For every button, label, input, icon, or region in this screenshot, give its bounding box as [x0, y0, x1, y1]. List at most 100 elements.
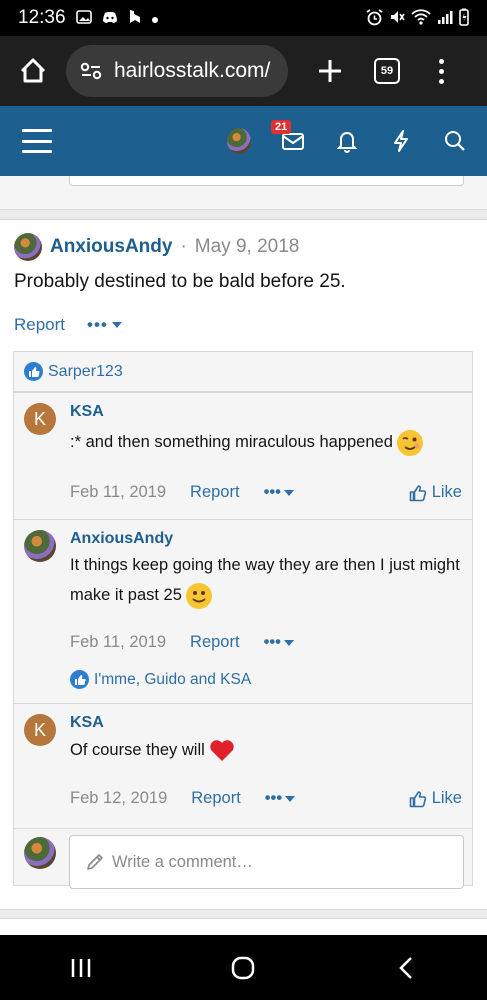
like-reaction-icon: [24, 362, 43, 381]
discord-icon: [102, 11, 118, 26]
site-header: 21: [0, 106, 487, 176]
post-date-separator: ·: [180, 236, 187, 257]
comment-author[interactable]: KSA: [70, 403, 104, 421]
plus-icon: [319, 60, 341, 82]
gallery-icon: [75, 10, 92, 26]
more-options-button[interactable]: •••: [264, 633, 294, 652]
b-app-icon: [128, 9, 142, 27]
report-link[interactable]: Report: [191, 789, 241, 808]
post-date[interactable]: May 9, 2018: [195, 236, 300, 258]
home-button[interactable]: [8, 46, 58, 96]
comment-item: K KSA Of course they will Feb 12, 2019 R…: [14, 703, 472, 828]
reaction-users[interactable]: I'mme, Guido and KSA: [94, 671, 251, 689]
comment-date[interactable]: Feb 12, 2019: [70, 789, 167, 808]
site-settings-icon: [80, 62, 102, 80]
whats-new-button[interactable]: [389, 129, 413, 153]
comment-date[interactable]: Feb 11, 2019: [70, 483, 166, 502]
comment-meta: Feb 12, 2019 Report ••• Like: [70, 789, 462, 808]
comments-block: Sarper123 K KSA :* and then something mi…: [13, 351, 473, 889]
comment-text: It things keep going the way they are th…: [70, 550, 462, 610]
home-icon: [20, 58, 46, 83]
caret-down-icon: [283, 639, 294, 646]
post-body: Probably destined to be bald before 25.: [14, 271, 346, 292]
more-options-button[interactable]: •••: [265, 789, 296, 808]
current-user-avatar: [24, 837, 56, 869]
report-link[interactable]: Report: [14, 315, 65, 335]
previous-post-tail: [0, 176, 487, 210]
more-options-button[interactable]: •••: [264, 483, 294, 502]
home-nav-icon: [232, 956, 255, 979]
signal-icon: [437, 10, 453, 26]
browser-menu-button[interactable]: [426, 51, 456, 91]
report-link[interactable]: Report: [190, 633, 240, 652]
back-button[interactable]: [376, 943, 436, 993]
hamburger-menu-button[interactable]: [22, 129, 52, 153]
heart-emoji: [210, 739, 235, 761]
comment-composer: Write a comment…: [14, 828, 472, 889]
battery-icon: [459, 8, 469, 28]
pencil-icon: [87, 854, 103, 870]
post-header: AnxiousAndy · May 9, 2018: [14, 233, 299, 261]
comment-text: Of course they will: [70, 735, 462, 765]
search-icon: [445, 131, 465, 151]
comment-meta: Feb 11, 2019 Report •••: [70, 633, 462, 652]
dot-icon: [151, 11, 158, 25]
post-separator: [0, 909, 487, 919]
recents-button[interactable]: [51, 943, 111, 993]
back-icon: [399, 956, 412, 979]
notification-badge: 21: [271, 120, 292, 134]
like-button[interactable]: Like: [409, 483, 462, 502]
caret-down-icon: [283, 489, 294, 496]
like-reaction-icon: [70, 670, 89, 689]
comment-item: AnxiousAndy It things keep going the way…: [14, 519, 472, 703]
tab-switcher-button[interactable]: 59: [374, 58, 400, 84]
mute-icon: [389, 9, 405, 27]
search-button[interactable]: [443, 129, 467, 153]
user-avatar-button[interactable]: [227, 128, 251, 154]
comment-author[interactable]: AnxiousAndy: [70, 530, 173, 548]
comment-author[interactable]: KSA: [70, 714, 104, 732]
inbox-button[interactable]: 21: [271, 120, 305, 153]
comment-avatar[interactable]: K: [24, 714, 56, 746]
comment-reactions[interactable]: I'mme, Guido and KSA: [70, 670, 251, 689]
wink-emoji: [397, 429, 424, 456]
smile-emoji: [186, 582, 213, 609]
more-vert-icon: [438, 58, 444, 64]
comment-avatar[interactable]: [24, 530, 56, 562]
post-author[interactable]: AnxiousAndy: [50, 236, 172, 258]
post-separator: [0, 210, 487, 220]
comment-text: :* and then something miraculous happene…: [70, 427, 462, 457]
bell-icon: [336, 132, 358, 153]
like-button[interactable]: Like: [409, 789, 462, 808]
thread-content: AnxiousAndy · May 9, 2018 Probably desti…: [0, 176, 487, 936]
lightning-icon: [394, 130, 408, 152]
more-options-button[interactable]: •••: [87, 315, 122, 335]
alerts-button[interactable]: [335, 129, 359, 153]
caret-down-icon: [285, 795, 296, 802]
new-tab-button[interactable]: [310, 51, 350, 91]
recents-icon: [71, 958, 91, 977]
home-nav-button[interactable]: [213, 943, 273, 993]
address-bar[interactable]: hairlosstalk.com/: [66, 45, 288, 97]
report-link[interactable]: Report: [190, 483, 240, 502]
browser-toolbar: hairlosstalk.com/ 59: [0, 36, 487, 106]
comment-date[interactable]: Feb 11, 2019: [70, 633, 166, 652]
system-nav-bar: [0, 935, 487, 1000]
status-time: 12:36: [18, 7, 66, 28]
previous-comment-box: [69, 176, 464, 186]
comment-item: K KSA :* and then something miraculous h…: [14, 392, 472, 519]
avatar: [227, 128, 251, 154]
author-avatar[interactable]: [14, 233, 42, 261]
reaction-users[interactable]: Sarper123: [48, 363, 123, 381]
post-actions: Report •••: [14, 315, 122, 335]
thumbs-up-icon: [409, 790, 426, 807]
url-text: hairlosstalk.com/: [114, 59, 271, 82]
alarm-icon: [366, 8, 383, 28]
caret-down-icon: [111, 322, 122, 328]
post-reactions[interactable]: Sarper123: [14, 352, 472, 392]
comment-meta: Feb 11, 2019 Report ••• Like: [70, 483, 462, 502]
comment-placeholder: Write a comment…: [112, 852, 253, 871]
thumbs-up-icon: [409, 484, 426, 501]
comment-avatar[interactable]: K: [24, 403, 56, 435]
comment-input[interactable]: Write a comment…: [69, 835, 464, 889]
